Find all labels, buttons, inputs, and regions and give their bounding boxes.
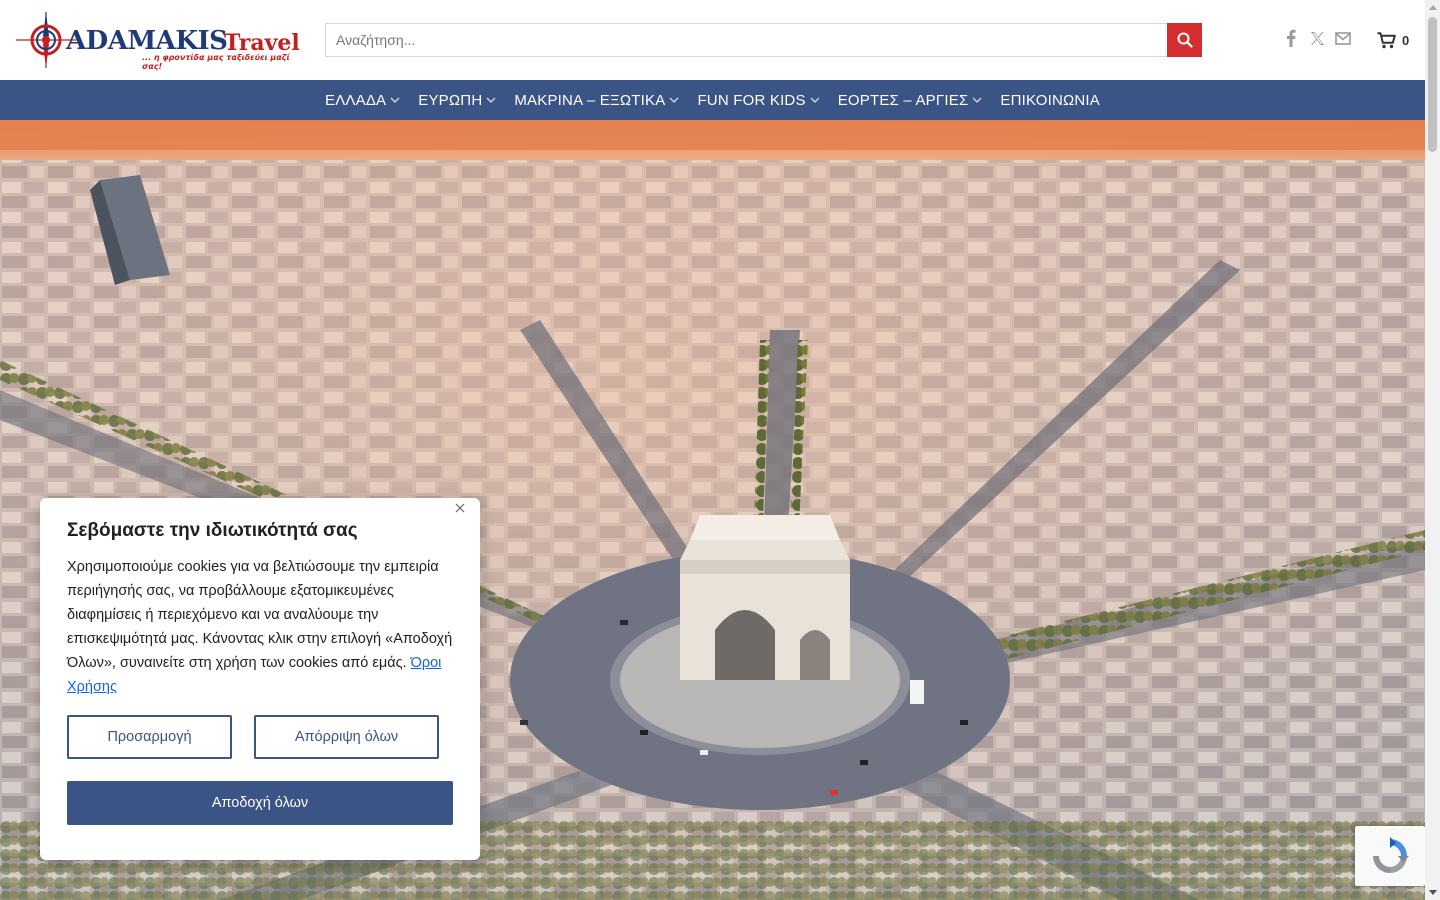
x-icon (1310, 31, 1324, 45)
cookie-body-text: Χρησιμοποιούμε cookies για να βελτιώσουμ… (67, 559, 453, 671)
shopping-cart-icon (1377, 31, 1396, 48)
chevron-down-icon (810, 95, 820, 105)
cookie-description: Χρησιμοποιούμε cookies για να βελτιώσουμ… (67, 555, 459, 699)
chevron-down-icon (486, 95, 496, 105)
nav-item-fun-for-kids[interactable]: FUN FOR KIDS (688, 80, 828, 120)
nav-item-label: ΕΥΡΩΠΗ (418, 91, 483, 109)
nav-item-label: ΕΛΛΑΔΑ (324, 91, 387, 109)
site-header: ADAMAKIS Travel ... η φροντίδα μας ταξιδ… (0, 0, 1425, 80)
chevron-down-icon (972, 95, 982, 105)
nav-item-europe[interactable]: ΕΥΡΩΠΗ (409, 80, 505, 120)
chevron-down-icon (390, 95, 400, 105)
nav-item-label: ΕΠΙΚΟΙΝΩΝΙΑ (1000, 91, 1101, 109)
facebook-icon (1287, 29, 1296, 47)
scroll-up-arrow-icon[interactable] (1425, 0, 1440, 15)
nav-item-long-haul-exotic[interactable]: ΜΑΚΡΙΝΑ – ΕΞΩΤΙΚΑ (505, 80, 688, 120)
logo-tagline: ... η φροντίδα μας ταξιδεύει μαζί σας! (142, 53, 290, 71)
accept-all-button[interactable]: Αποδοχή όλων (67, 781, 453, 825)
nav-item-holidays[interactable]: ΕΟΡΤΕΣ – ΑΡΓΙΕΣ (829, 80, 992, 120)
email-icon (1335, 31, 1351, 45)
reject-all-button[interactable]: Απόρριψη όλων (254, 715, 439, 759)
x-link[interactable] (1307, 28, 1327, 48)
chevron-down-icon (669, 95, 679, 105)
main-navigation: ΕΛΛΑΔΑ ΕΥΡΩΠΗ ΜΑΚΡΙΝΑ – ΕΞΩΤΙΚΑ FUN FOR … (0, 80, 1425, 120)
search-icon (1177, 32, 1193, 48)
customize-button[interactable]: Προσαρμογή (67, 715, 232, 759)
cookie-title: Σεβόμαστε την ιδιωτικότητά σας (67, 520, 358, 541)
email-link[interactable] (1333, 28, 1353, 48)
facebook-link[interactable] (1281, 28, 1301, 48)
recaptcha-badge[interactable] (1355, 826, 1425, 886)
nav-item-greece[interactable]: ΕΛΛΑΔΑ (316, 80, 409, 120)
nav-item-contact[interactable]: ΕΠΙΚΟΙΝΩΝΙΑ (991, 80, 1109, 120)
search-bar (325, 23, 1202, 57)
logo-brand-text: ADAMAKIS (66, 26, 228, 56)
site-logo[interactable]: ADAMAKIS Travel ... η φροντίδα μας ταξιδ… (14, 10, 300, 71)
nav-item-label: ΜΑΚΡΙΝΑ – ΕΞΩΤΙΚΑ (514, 91, 666, 109)
cookie-consent-banner: Σεβόμαστε την ιδιωτικότητά σας Χρησιμοπο… (40, 498, 480, 860)
cart-button[interactable]: 0 (1377, 30, 1417, 50)
page-scrollbar[interactable] (1425, 0, 1440, 900)
nav-item-label: ΕΟΡΤΕΣ – ΑΡΓΙΕΣ (837, 91, 969, 109)
close-button[interactable] (452, 500, 468, 516)
close-icon (455, 503, 465, 513)
search-button[interactable] (1167, 23, 1202, 57)
scroll-down-arrow-icon[interactable] (1425, 885, 1440, 900)
cart-count: 0 (1402, 32, 1410, 48)
search-input[interactable] (326, 24, 1168, 56)
recaptcha-icon (1373, 837, 1409, 873)
scrollbar-thumb[interactable] (1428, 17, 1437, 152)
nav-item-label: FUN FOR KIDS (697, 91, 806, 109)
